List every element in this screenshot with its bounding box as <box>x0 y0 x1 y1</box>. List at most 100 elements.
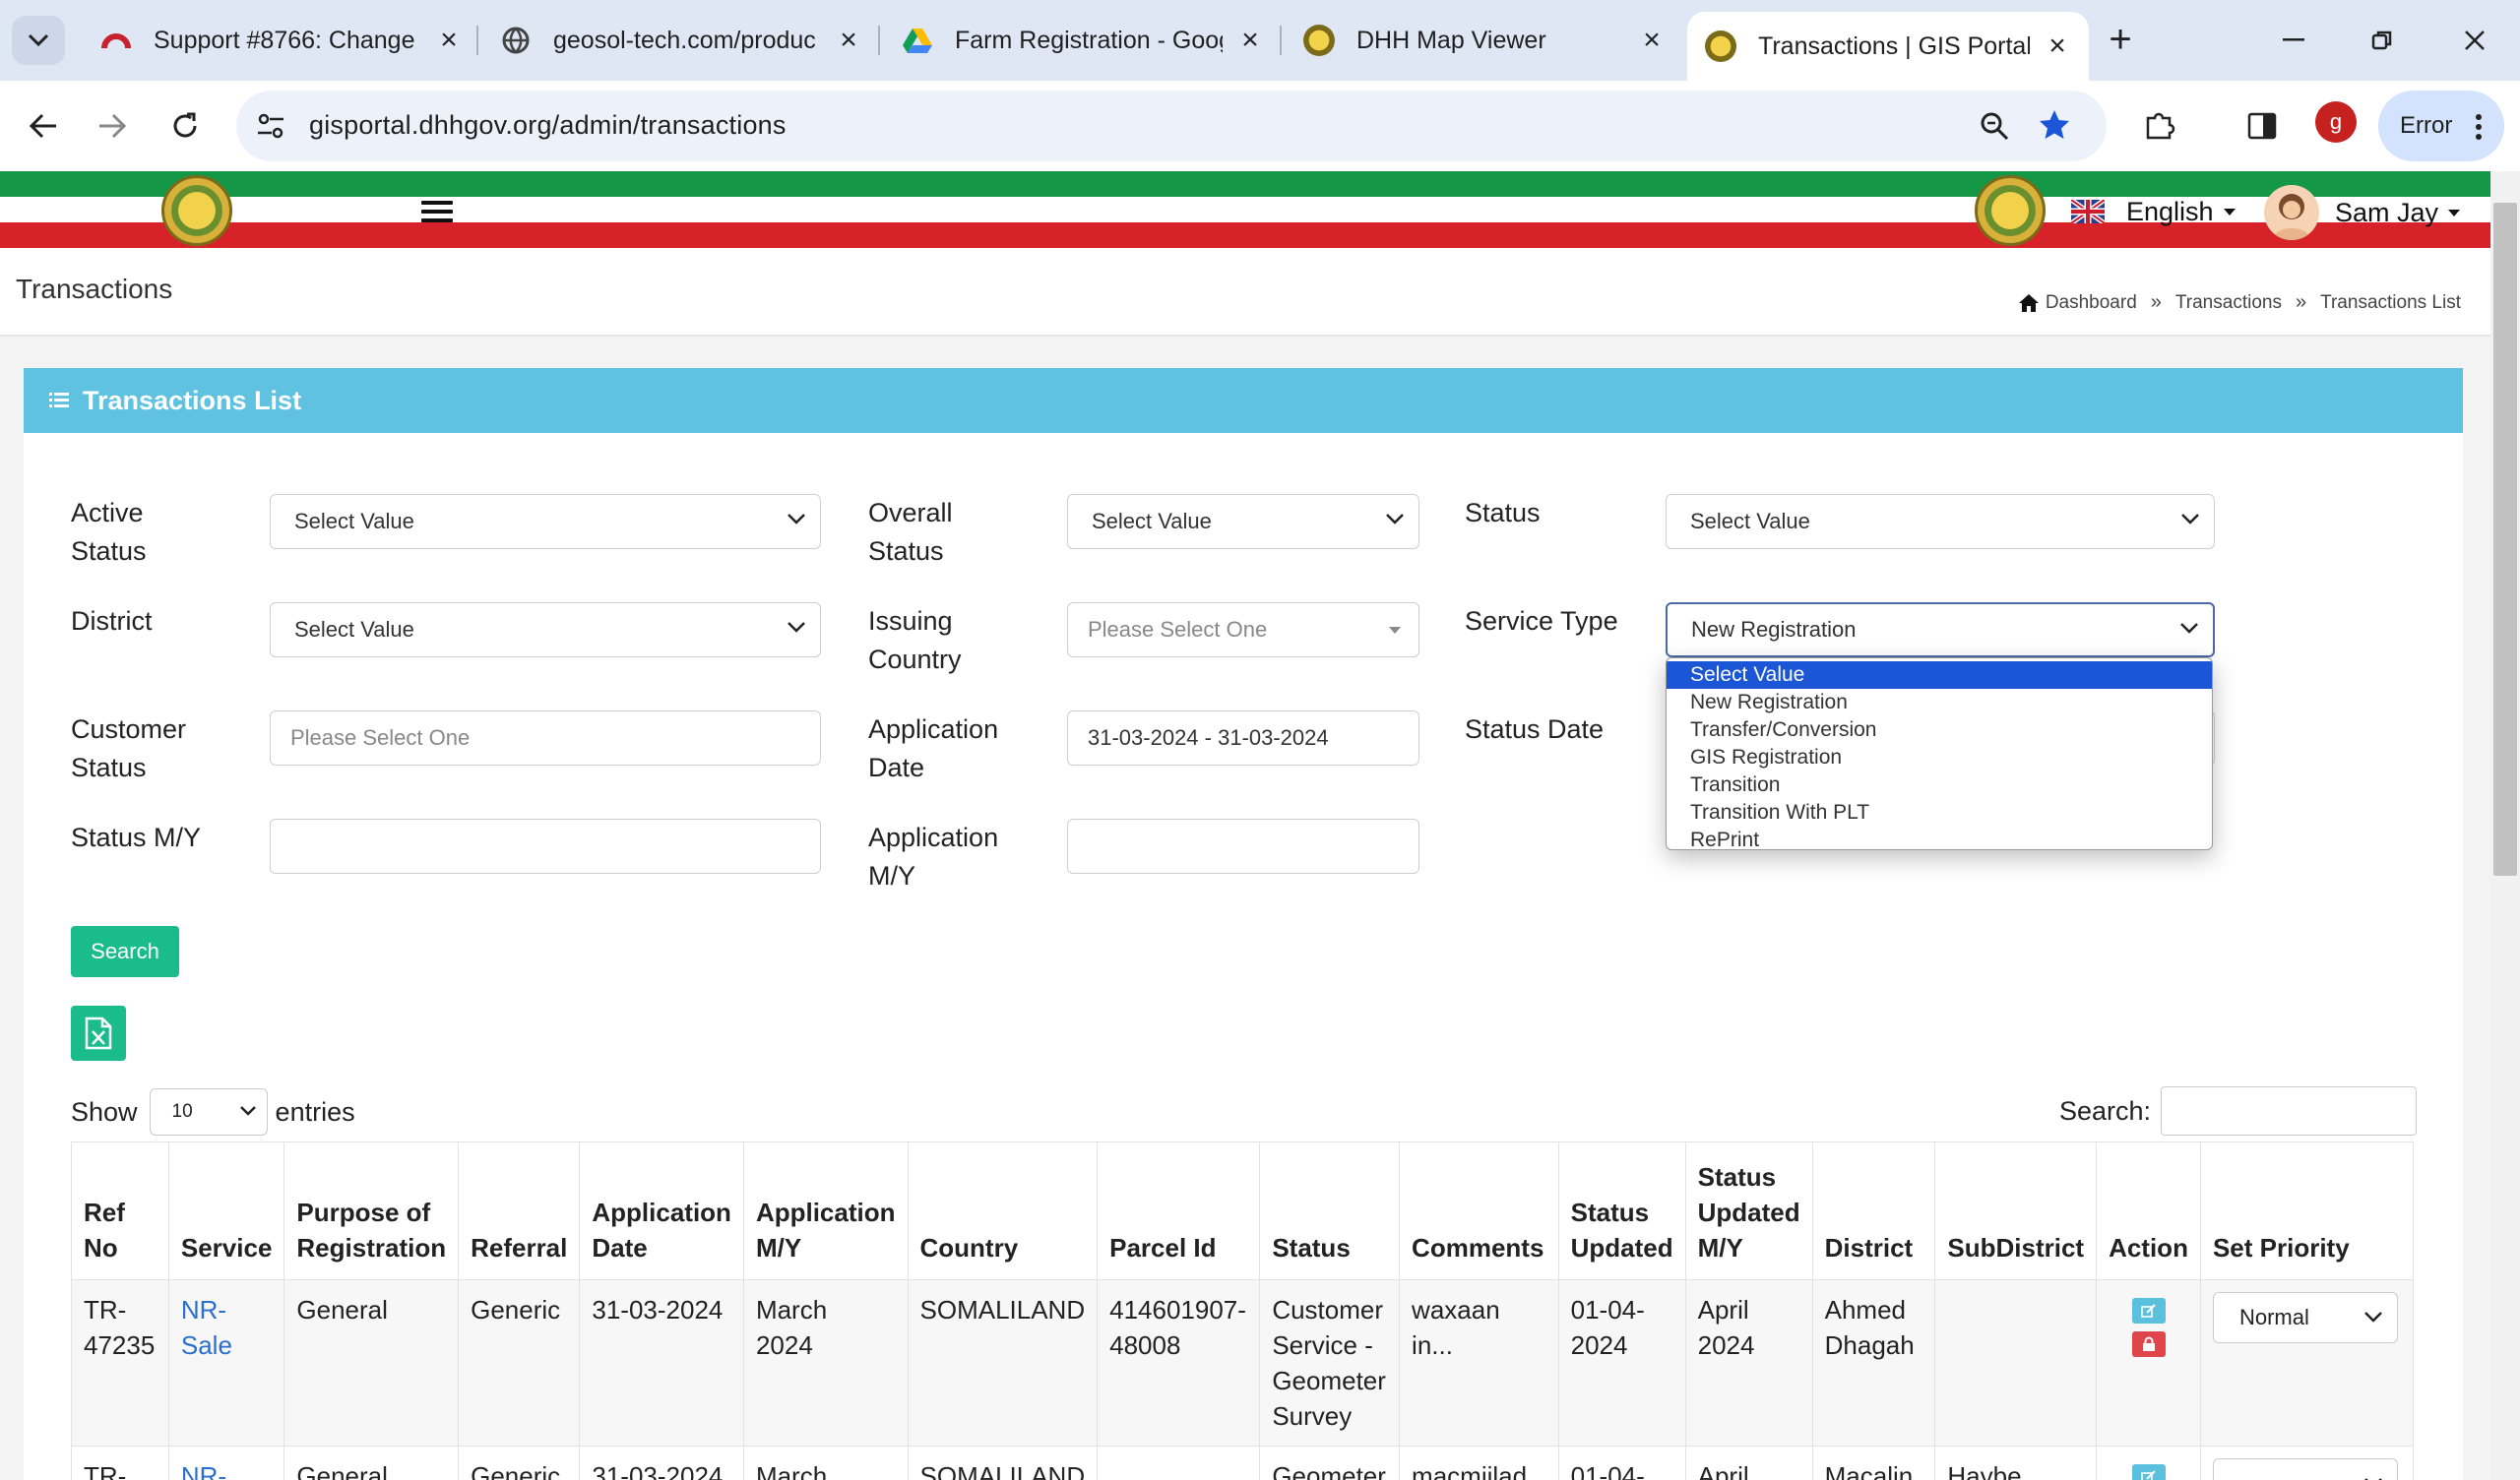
more-vert-icon <box>2476 114 2482 140</box>
status-select[interactable]: Select Value <box>1666 494 2215 549</box>
overall-status-select[interactable]: Select Value <box>1067 494 1419 549</box>
service-link[interactable]: NR- <box>181 1461 226 1480</box>
side-panel-icon <box>2247 112 2277 140</box>
export-excel-button[interactable] <box>71 1006 126 1061</box>
close-icon[interactable]: × <box>835 26 862 55</box>
column-header[interactable]: Parcel Id <box>1097 1141 1261 1280</box>
page-length-control: Show 10 entries <box>71 1088 355 1136</box>
service-type-select[interactable]: New Registration <box>1666 602 2215 657</box>
bookmark-star-icon[interactable] <box>2038 108 2071 142</box>
column-header[interactable]: Application M/Y <box>742 1141 909 1280</box>
application-my-input[interactable] <box>1067 819 1419 874</box>
dropdown-option-transfer-conversion[interactable]: Transfer/Conversion <box>1667 716 2212 744</box>
restore-button[interactable] <box>2353 18 2412 63</box>
cell-comments: macmiilad <box>1399 1446 1559 1480</box>
tab-search-button[interactable] <box>12 16 65 65</box>
breadcrumb-transactions[interactable]: Transactions <box>2175 292 2282 314</box>
table-search-input[interactable] <box>2161 1086 2418 1136</box>
priority-select[interactable] <box>2212 1458 2398 1480</box>
cell-country: SOMALILAND <box>907 1279 1099 1447</box>
address-bar[interactable]: gisportal.dhhgov.org/admin/transactions <box>236 91 2107 161</box>
customer-status-input[interactable]: Please Select One <box>270 710 821 766</box>
application-date-input[interactable]: 31-03-2024 - 31-03-2024 <box>1067 710 1419 766</box>
column-header[interactable]: Ref No <box>71 1141 169 1280</box>
dropdown-option-transition-with-plt[interactable]: Transition With PLT <box>1667 799 2212 827</box>
new-tab-button[interactable]: + <box>2099 20 2142 59</box>
reload-button[interactable] <box>159 100 211 152</box>
close-icon[interactable]: × <box>2044 31 2071 61</box>
error-button[interactable]: Error <box>2378 91 2504 161</box>
site-settings-icon[interactable] <box>256 112 285 140</box>
tab-divider <box>476 26 478 55</box>
dropdown-option-reprint[interactable]: RePrint <box>1667 827 2212 849</box>
menu-toggle-icon[interactable] <box>421 201 453 222</box>
column-header[interactable]: Status Updated <box>1557 1141 1686 1280</box>
close-icon[interactable]: × <box>1638 26 1666 55</box>
extensions-button[interactable] <box>2134 100 2185 152</box>
tab-support[interactable]: Support #8766: Change S × <box>83 12 480 69</box>
dropdown-option-gis-registration[interactable]: GIS Registration <box>1667 744 2212 771</box>
caret-down-icon <box>1389 627 1401 634</box>
zoom-icon[interactable] <box>1979 110 2010 142</box>
issuing-country-select[interactable]: Please Select One <box>1067 602 1419 657</box>
column-header[interactable]: Status <box>1259 1141 1401 1280</box>
error-label: Error <box>2400 112 2453 139</box>
profile-avatar[interactable]: g <box>2315 101 2357 143</box>
column-header[interactable]: Application Date <box>579 1141 744 1280</box>
show-label: Show <box>71 1096 138 1127</box>
status-my-label: Status M/Y <box>71 823 202 852</box>
table-row[interactable]: TR- 47235 NR- Sale General Generic 31-03-2024 M… <box>71 1279 2415 1447</box>
excel-file-icon <box>85 1017 112 1050</box>
column-header[interactable]: Service <box>167 1141 285 1280</box>
dropdown-option-transition[interactable]: Transition <box>1667 771 2212 799</box>
minimize-button[interactable] <box>2264 18 2323 63</box>
status-label: Status <box>1465 498 1541 527</box>
transactions-table: Ref No Service Purpose of Registration Referr… <box>71 1141 2415 1480</box>
tab-farm-registration[interactable]: Farm Registration - Goog × <box>884 12 1282 69</box>
dropdown-option-select-value[interactable]: Select Value <box>1667 661 2212 689</box>
logo-emblem[interactable] <box>161 175 232 246</box>
column-header[interactable]: Status Updated M/Y <box>1684 1141 1813 1280</box>
active-status-select[interactable]: Select Value <box>270 494 821 549</box>
breadcrumb-dashboard[interactable]: Dashboard <box>2046 292 2137 314</box>
column-header[interactable]: Referral <box>458 1141 581 1280</box>
close-icon[interactable]: × <box>435 26 463 55</box>
tab-transactions[interactable]: Transactions | GIS Portal × <box>1687 12 2089 81</box>
column-header[interactable]: Country <box>907 1141 1099 1280</box>
side-panel-button[interactable] <box>2236 100 2288 152</box>
close-icon[interactable]: × <box>1236 26 1264 55</box>
chevron-down-icon <box>239 1106 256 1116</box>
column-header[interactable]: Comments <box>1399 1141 1559 1280</box>
service-link[interactable]: NR- Sale <box>181 1295 232 1360</box>
lock-icon[interactable] <box>2131 1331 2166 1357</box>
table-row[interactable]: TR- NR- General Generic 31-03-2024 March SOMAL… <box>71 1446 2415 1480</box>
edit-icon[interactable] <box>2131 1298 2166 1324</box>
column-header[interactable]: Purpose of Registration <box>284 1141 460 1280</box>
search-button[interactable]: Search <box>71 926 179 977</box>
cell-parcel <box>1097 1446 1261 1480</box>
scrollbar-thumb[interactable] <box>2493 203 2517 876</box>
language-selector[interactable]: English <box>2071 194 2236 229</box>
priority-select[interactable]: Normal <box>2212 1292 2398 1343</box>
forward-button[interactable] <box>87 100 138 152</box>
chevron-down-icon <box>2364 1312 2382 1323</box>
edit-icon[interactable] <box>2131 1464 2166 1480</box>
page-length-select[interactable]: 10 <box>149 1088 268 1136</box>
column-header[interactable]: District <box>1811 1141 1936 1280</box>
district-select[interactable]: Select Value <box>270 602 821 657</box>
column-header[interactable]: Set Priority <box>2199 1141 2415 1280</box>
close-window-button[interactable] <box>2445 18 2504 63</box>
tab-geosol[interactable]: geosol-tech.com/produc × <box>482 12 880 69</box>
dropdown-option-new-registration[interactable]: New Registration <box>1667 689 2212 716</box>
select-value: Select Value <box>294 617 414 642</box>
back-button[interactable] <box>18 100 69 152</box>
arrow-left-icon <box>29 113 56 139</box>
user-menu[interactable]: Sam Jay <box>2264 185 2461 240</box>
input-placeholder: Please Select One <box>290 725 471 750</box>
tab-map-viewer[interactable]: DHH Map Viewer × <box>1286 12 1683 69</box>
status-my-input[interactable] <box>270 819 821 874</box>
cell-app-date: 31-03-2024 <box>579 1279 744 1447</box>
column-header[interactable]: Action <box>2096 1141 2201 1280</box>
column-header[interactable]: SubDistrict <box>1934 1141 2098 1280</box>
select-value: Select Value <box>1690 509 1810 533</box>
